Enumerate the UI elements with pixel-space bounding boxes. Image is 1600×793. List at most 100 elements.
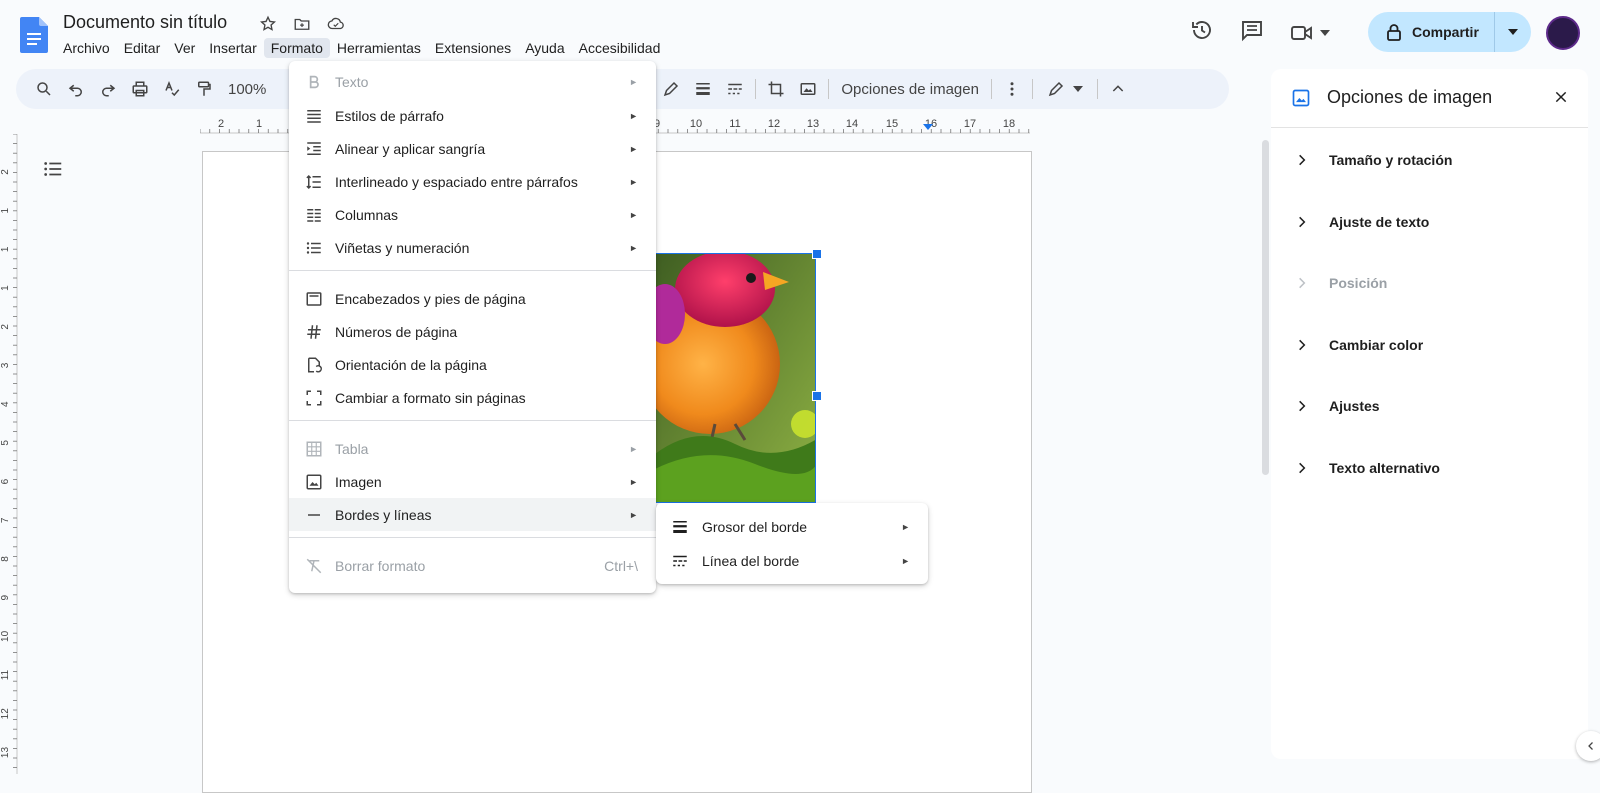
border-weight-icon[interactable] [687,73,719,105]
scrollbar[interactable] [1262,140,1269,475]
share-button[interactable]: Compartir [1368,23,1494,41]
lock-icon [1387,24,1401,41]
avatar[interactable] [1546,16,1580,50]
resize-handle[interactable] [812,391,822,401]
menu-item-numeros-de-pagina[interactable]: Números de página [289,315,656,348]
redo-icon[interactable] [92,73,124,105]
menu-item-columnas[interactable]: Columnas ► [289,198,656,231]
chevron-right-icon [1291,461,1313,475]
panel-section[interactable]: Ajuste de texto [1291,210,1429,234]
table-icon [303,440,325,458]
resize-handle[interactable] [812,249,822,259]
title-actions [258,14,346,34]
crop-icon[interactable] [760,73,792,105]
menu-item-cambiar-a-formato-sin-paginas[interactable]: Cambiar a formato sin páginas [289,381,656,414]
selected-image[interactable] [654,253,816,503]
menu-item-alinear-y-aplicar-sangria[interactable]: Alinear y aplicar sangría ► [289,132,656,165]
bulleted-list-icon [303,239,325,257]
more-options-icon[interactable] [996,73,1028,105]
menu-item-label: Texto [335,73,369,90]
menu-item-label: Cambiar a formato sin páginas [335,389,526,406]
ruler-label: 12 [768,118,780,130]
ruler-label: 17 [964,118,976,130]
panel-section[interactable]: Tamaño y rotación [1291,148,1452,172]
menu-item-label: Columnas [335,206,399,223]
spellcheck-icon[interactable] [156,73,188,105]
menu-item-interlineado-y-espaciado-entre-parrafos[interactable]: Interlineado y espaciado entre párrafos ► [289,165,656,198]
menu-editar[interactable]: Editar [117,38,168,58]
ruler-label: 13 [0,747,11,759]
menu-separator [289,420,656,421]
docs-logo-icon[interactable] [20,17,48,53]
menu-ayuda[interactable]: Ayuda [518,38,571,58]
ruler-label: 10 [0,630,11,642]
zoom-select[interactable]: 100% [220,81,274,98]
menu-formato[interactable]: Formato [263,38,330,58]
editing-mode-icon[interactable] [1037,73,1093,105]
image-icon [303,473,325,491]
menu-item-estilos-de-parrafo[interactable]: Estilos de párrafo ► [289,99,656,132]
menu-extensiones[interactable]: Extensiones [428,38,518,58]
menu-herramientas[interactable]: Herramientas [330,38,428,58]
ruler-label: 4 [0,401,11,407]
submenu-arrow-icon: ► [629,476,638,487]
menu-item-vinetas-y-numeracion[interactable]: Viñetas y numeración ► [289,231,656,264]
menu-item-imagen[interactable]: Imagen ► [289,465,656,498]
ruler-label: 11 [0,669,11,680]
submenu-item-border-weight[interactable]: Grosor del borde ► [656,510,928,543]
panel-section[interactable]: Cambiar color [1291,333,1423,357]
panel-section-label: Ajuste de texto [1329,213,1430,230]
share-dropdown-button[interactable] [1495,29,1531,35]
meet-icon[interactable] [1290,23,1330,43]
toolbar-divider [828,79,830,99]
image-options-panel: Opciones de imagen Tamaño y rotación Ajus… [1271,69,1588,759]
toolbar-divider [1031,79,1033,99]
menu-item-label: Viñetas y numeración [335,239,470,256]
toolbar-divider [990,79,992,99]
star-icon[interactable] [258,14,278,34]
submenu-arrow-icon: ► [901,555,910,566]
menu-item-encabezados-y-pies-de-pagina[interactable]: Encabezados y pies de página [289,282,656,315]
line-spacing-icon [303,173,325,191]
vertical-ruler[interactable]: 21112345678910111213 [0,134,18,774]
panel-section-label: Tamaño y rotación [1329,152,1453,168]
ruler-label: 9 [0,594,11,600]
panel-section[interactable]: Ajustes [1291,394,1380,418]
version-history-icon[interactable] [1190,18,1214,47]
ruler-ticks: 21112345678910111213 [0,134,17,768]
image-options-button[interactable]: Opciones de imagen [833,81,987,98]
close-icon[interactable] [1553,89,1569,110]
menu-ver[interactable]: Ver [167,38,202,58]
undo-icon[interactable] [60,73,92,105]
menu-item-texto[interactable]: Texto ► [289,65,656,98]
toolbar-divider [1096,79,1098,99]
comments-icon[interactable] [1240,18,1264,47]
menu-item-borrar-formato[interactable]: Borrar formato Ctrl+\ [289,549,656,582]
search-menus-icon[interactable] [28,73,60,105]
panel-section[interactable]: Texto alternativo [1291,456,1440,480]
chevron-up-icon[interactable] [1102,73,1134,105]
menu-archivo[interactable]: Archivo [56,38,117,58]
menu-accesibilidad[interactable]: Accesibilidad [572,38,668,58]
document-title[interactable]: Documento sin título [63,12,227,33]
print-icon[interactable] [124,73,156,105]
hash-icon [303,323,325,341]
move-folder-icon[interactable] [292,14,312,34]
menu-item-orientacion-de-la-pagina[interactable]: Orientación de la página [289,348,656,381]
collapse-panel-button[interactable] [1576,731,1600,761]
submenu-arrow-icon: ► [629,110,638,121]
ruler-label: 15 [886,118,898,130]
paint-format-icon[interactable] [188,73,220,105]
menu-item-label: Encabezados y pies de página [335,290,526,307]
bird-image [655,254,815,502]
replace-image-icon[interactable] [792,73,824,105]
menu-item-tabla[interactable]: Tabla ► [289,432,656,465]
menu-item-bordes-y-lineas[interactable]: Bordes y líneas ► [289,498,656,531]
menu-item-label: Estilos de párrafo [335,107,444,124]
menu-insertar[interactable]: Insertar [202,38,263,58]
submenu-item-border-dash[interactable]: Línea del borde ► [656,544,928,577]
document-outline-icon[interactable] [42,158,64,185]
cloud-saved-icon[interactable] [326,14,346,34]
border-color-icon[interactable] [655,73,687,105]
border-dash-icon[interactable] [719,73,751,105]
